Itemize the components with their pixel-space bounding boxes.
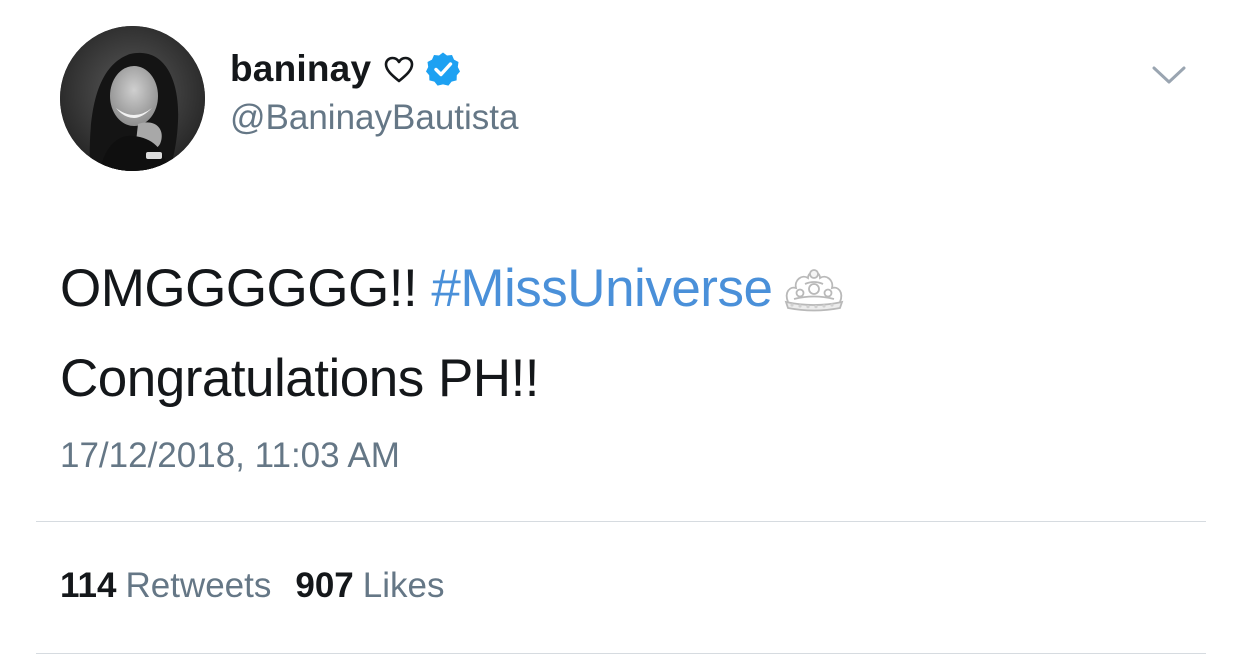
likes-label: Likes [362,566,445,605]
tweet-line-1: OMGGGGGG!! #MissUniverse [60,244,1200,334]
author-handle[interactable]: @BaninayBautista [230,98,518,138]
heart-outline-icon [383,55,415,83]
likes-count: 907 [295,566,354,605]
divider-top [36,521,1206,522]
retweets-count: 114 [60,566,117,605]
avatar-photo [60,26,205,171]
tweet-stats: 114 Retweets 907 Likes [60,566,445,606]
tweet-text-prefix: OMGGGGGG!! [60,259,432,318]
retweets-label: Retweets [125,566,272,605]
display-name[interactable]: baninay [230,48,371,90]
crown-icon [778,250,850,312]
tweet-text: OMGGGGGG!! #MissUniverse Congratulations… [60,244,1200,424]
likes-stat[interactable]: 907 Likes [295,566,444,606]
divider-bottom [36,653,1206,654]
tweet-timestamp[interactable]: 17/12/2018, 11:03 AM [60,436,400,476]
tweet-line-2: Congratulations PH!! [60,349,540,408]
avatar[interactable] [60,26,205,171]
author-name-row[interactable]: baninay [230,44,461,94]
retweets-stat[interactable]: 114 Retweets [60,566,271,606]
tweet-menu-button[interactable] [1150,62,1188,88]
chevron-down-icon [1152,66,1186,84]
hashtag-link[interactable]: #MissUniverse [431,259,773,318]
verified-badge-icon [425,51,461,87]
